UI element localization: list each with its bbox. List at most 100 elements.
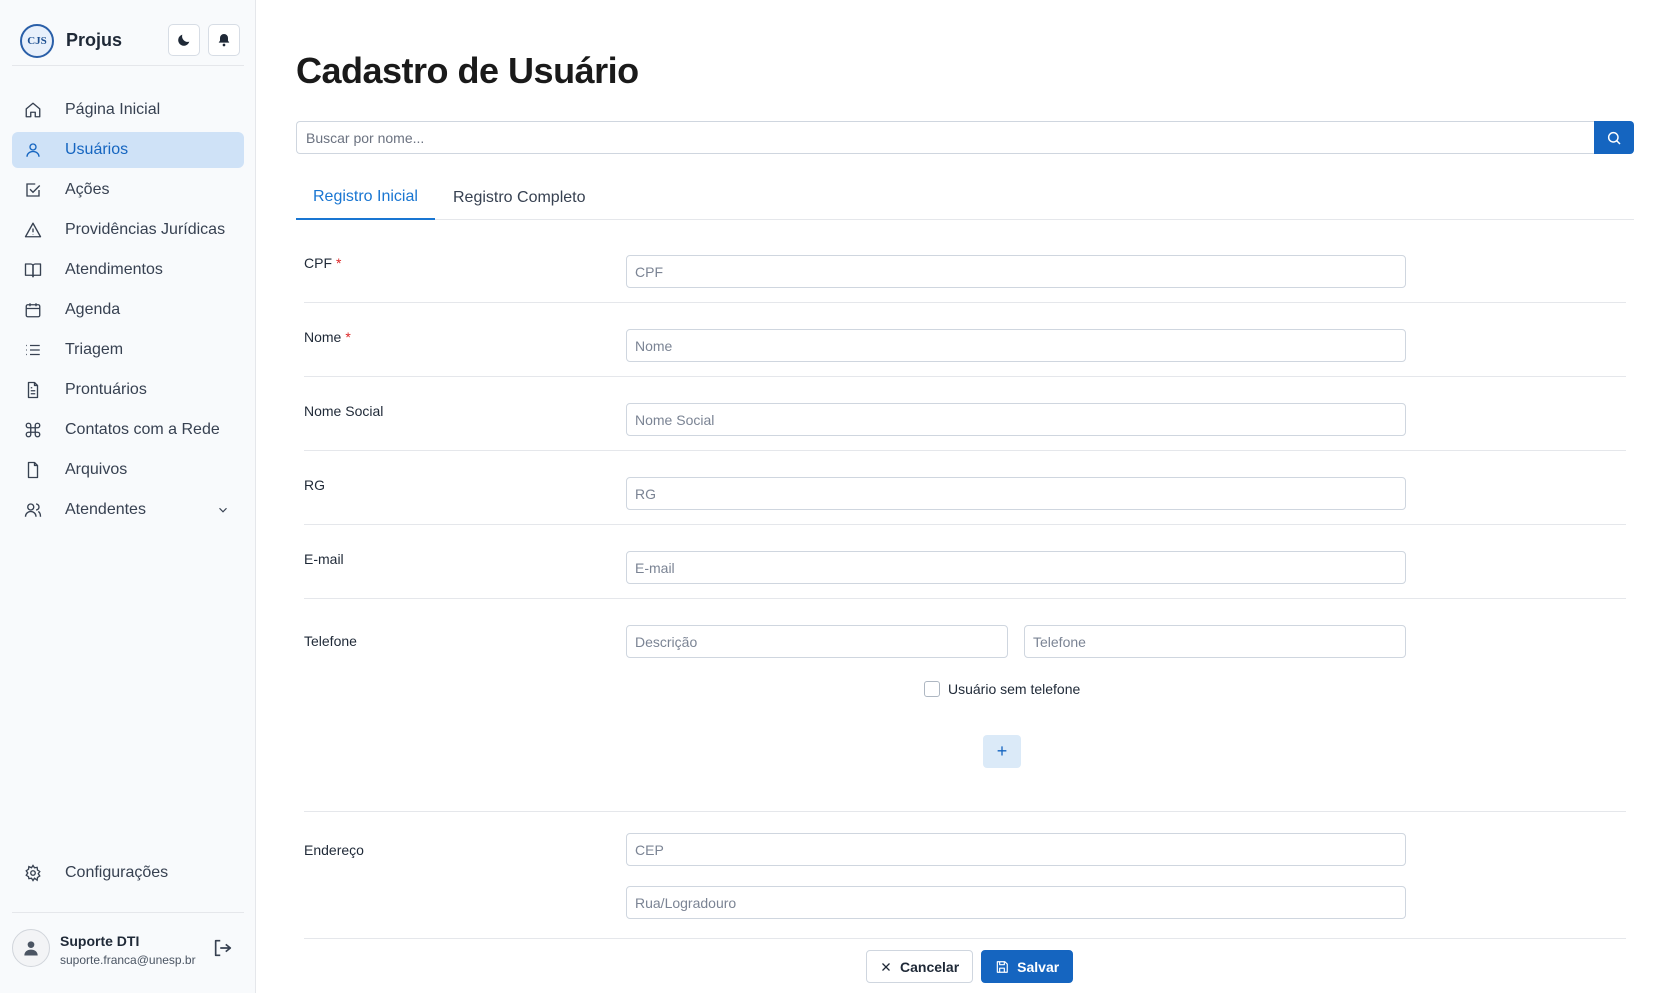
required-mark: * [336, 255, 342, 271]
sidebar-item-triagem[interactable]: Triagem [12, 332, 244, 368]
cep-field[interactable] [626, 833, 1406, 866]
nome-social-field[interactable] [626, 403, 1406, 436]
sidebar-item-acoes[interactable]: Ações [12, 172, 244, 208]
calendar-icon [25, 303, 41, 318]
form-row-nome: Nome * [304, 303, 1626, 377]
form-row-cpf: CPF * [304, 220, 1626, 303]
chevron-down-icon[interactable] [216, 503, 230, 517]
sidebar: CJS Projus Página Inicial Usuários Ações… [0, 0, 256, 993]
cancel-button[interactable]: Cancelar [866, 950, 974, 983]
sidebar-item-atendentes[interactable]: Atendentes [12, 492, 244, 528]
sidebar-nav: Página Inicial Usuários Ações Providênci… [12, 92, 244, 532]
cpf-label: CPF * [304, 255, 341, 271]
user-icon [26, 143, 40, 157]
users-icon [24, 503, 42, 517]
sidebar-item-label: Providências Jurídicas [65, 221, 226, 238]
street-field[interactable] [626, 886, 1406, 919]
required-mark: * [345, 329, 351, 345]
user-name: Suporte DTI [60, 933, 140, 949]
search-input[interactable] [296, 121, 1595, 154]
form-row-rg: RG [304, 451, 1626, 525]
user-profile: Suporte DTI suporte.franca@unesp.br [12, 912, 244, 976]
sidebar-item-prontuarios[interactable]: Prontuários [12, 372, 244, 408]
save-icon [996, 960, 1008, 973]
no-phone-checkbox[interactable] [924, 681, 940, 697]
form-row-nome-social: Nome Social [304, 377, 1626, 451]
home-icon [25, 102, 41, 118]
warning-icon [24, 222, 42, 238]
sidebar-item-usuarios[interactable]: Usuários [12, 132, 244, 168]
moon-icon [178, 34, 190, 46]
cancel-label: Cancelar [900, 958, 960, 975]
sidebar-item-pagina-inicial[interactable]: Página Inicial [12, 92, 244, 128]
search-bar [296, 121, 1634, 154]
command-icon [25, 422, 41, 438]
email-field[interactable] [626, 551, 1406, 584]
form-tabs: Registro Inicial Registro Completo [296, 175, 1634, 220]
gear-icon [25, 864, 41, 882]
add-phone-button[interactable]: + [983, 735, 1021, 768]
search-icon [1607, 131, 1621, 145]
save-button[interactable]: Salvar [981, 950, 1074, 983]
app-name: Projus [66, 30, 123, 50]
telefone-label: Telefone [304, 633, 357, 649]
sidebar-item-label: Triagem [65, 341, 124, 358]
form-row-endereco: Endereço [304, 812, 1626, 939]
person-icon [24, 941, 38, 956]
sidebar-item-label: Agenda [65, 301, 121, 318]
sidebar-item-atendimentos[interactable]: Atendimentos [12, 252, 244, 288]
sidebar-item-label: Contatos com a Rede [65, 421, 220, 438]
form-row-email: E-mail [304, 525, 1626, 599]
logo-text: CJS [27, 35, 47, 47]
sidebar-item-label: Arquivos [65, 461, 128, 478]
logout-icon[interactable] [212, 937, 234, 959]
nome-field[interactable] [626, 329, 1406, 362]
no-phone-option: Usuário sem telefone [924, 681, 1080, 697]
sidebar-item-providencias-juridicas[interactable]: Providências Jurídicas [12, 212, 244, 248]
checkbox-icon [26, 183, 41, 197]
sidebar-item-configuracoes[interactable]: Configurações [12, 855, 244, 891]
close-icon [882, 962, 890, 971]
bell-icon [218, 34, 230, 47]
sidebar-item-label: Prontuários [65, 381, 147, 398]
phone-description-field[interactable] [626, 625, 1008, 658]
dark-mode-toggle-button[interactable] [168, 24, 200, 56]
app-logo: CJS [20, 24, 54, 58]
phone-number-field[interactable] [1024, 625, 1406, 658]
save-label: Salvar [1017, 958, 1060, 975]
page-title: Cadastro de Usuário [296, 50, 639, 91]
sidebar-item-label: Configurações [65, 864, 169, 881]
no-phone-label: Usuário sem telefone [948, 681, 1081, 697]
sidebar-item-label: Atendentes [65, 501, 146, 518]
sidebar-item-label: Usuários [65, 141, 129, 158]
nome-social-label: Nome Social [304, 403, 384, 419]
book-icon [24, 263, 42, 278]
file-icon [27, 461, 39, 479]
notifications-button[interactable] [208, 24, 240, 56]
sidebar-item-contatos-com-a-rede[interactable]: Contatos com a Rede [12, 412, 244, 448]
document-icon [27, 381, 39, 399]
list-icon [26, 344, 40, 356]
form-actions: Cancelar Salvar [866, 950, 1074, 983]
sidebar-item-agenda[interactable]: Agenda [12, 292, 244, 328]
avatar[interactable] [12, 929, 50, 967]
cpf-field[interactable] [626, 255, 1406, 288]
nome-label: Nome * [304, 329, 351, 345]
main-content: Cadastro de Usuário Registro Inicial Reg… [296, 0, 1636, 993]
search-button[interactable] [1594, 121, 1634, 154]
rg-label: RG [304, 477, 325, 493]
user-email: suporte.franca@unesp.br [60, 953, 196, 967]
endereco-label: Endereço [304, 842, 364, 858]
brand-header: CJS Projus [12, 18, 244, 66]
cpf-label-text: CPF [304, 255, 332, 271]
sidebar-item-arquivos[interactable]: Arquivos [12, 452, 244, 488]
nome-label-text: Nome [304, 329, 342, 345]
tab-registro-completo[interactable]: Registro Completo [436, 175, 603, 220]
email-label: E-mail [304, 551, 344, 567]
sidebar-item-label: Ações [65, 181, 110, 198]
user-form: CPF* Nome* Nome Social RG E-mail Telefon… [304, 220, 1626, 939]
form-row-telefone: Telefone Usuário sem telefone + [304, 599, 1626, 812]
rg-field[interactable] [626, 477, 1406, 510]
sidebar-item-label: Atendimentos [65, 261, 163, 278]
tab-registro-inicial[interactable]: Registro Inicial [296, 175, 435, 220]
